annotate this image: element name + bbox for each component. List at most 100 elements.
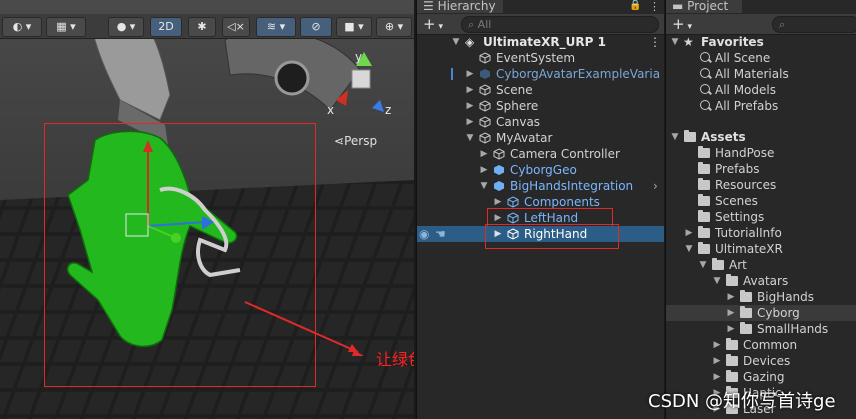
globe-icon: ⊕ ▾ (384, 20, 404, 33)
panel-menu-icon[interactable]: ⋮ (649, 0, 660, 13)
gameobject-cube-icon (493, 148, 505, 160)
collapse-arrow-icon[interactable]: ▼ (670, 34, 680, 50)
lock-icon[interactable]: 🔒 (629, 0, 641, 11)
expand-arrow-icon[interactable]: ▶ (479, 146, 489, 162)
add-object-button[interactable]: + ▾ (423, 15, 443, 33)
expand-arrow-icon[interactable]: ▶ (465, 98, 475, 114)
chevron-down-icon: ▾ (684, 22, 692, 32)
expand-arrow-icon[interactable]: ▶ (712, 353, 722, 369)
folder-item[interactable]: ▶ TutorialInfo (666, 225, 856, 241)
hierarchy-item-righthand[interactable]: ◉ ☚ ▶ RightHand (417, 224, 664, 249)
folder-label: Devices (743, 354, 791, 368)
scene-root-row[interactable]: ▼ ◈ UltimateXR_URP 1 ⋮ (417, 34, 664, 50)
expand-arrow-icon[interactable]: ▶ (712, 369, 722, 385)
folder-item[interactable]: ▶ Devices (666, 353, 856, 369)
expand-arrow-icon[interactable]: ▶ (684, 225, 694, 241)
expand-arrow-icon[interactable]: ▶ (493, 226, 503, 242)
folder-item[interactable]: ▶ Common (666, 337, 856, 353)
hierarchy-item-canvas[interactable]: ▶ Canvas (417, 114, 664, 130)
project-search-input[interactable]: ⌕ (772, 16, 856, 33)
watermark: CSDN @知你写首诗ge (648, 391, 836, 412)
expand-arrow-icon[interactable]: ▶ (465, 114, 475, 130)
gizmo-x-label: x (327, 103, 335, 117)
folder-item[interactable]: Resources (666, 177, 856, 193)
visibility-eye-icon[interactable]: ◉ (419, 226, 429, 242)
chevron-down-icon: ▾ (435, 22, 443, 32)
folder-item[interactable]: ▼ UltimateXR (666, 241, 856, 257)
expand-arrow-icon[interactable]: ▶ (726, 289, 736, 305)
gizmo-z-label: z (385, 103, 392, 117)
folder-item[interactable]: ▶ Gazing (666, 369, 856, 385)
expand-arrow-icon[interactable]: ▼ (451, 34, 461, 50)
scene-view[interactable]: y x z ◐ ▾ ▦ ▾ ● ▾ 2D ✱ ◁× ≋ ▾ ⊘ ■ ▾ ⊕ ▾ … (0, 0, 414, 419)
hierarchy-item-cyborgavatar[interactable]: ▶ CyborgAvatarExampleVaria (417, 66, 664, 82)
favorites-header[interactable]: ▼ ★ Favorites (666, 34, 856, 50)
assets-header[interactable]: ▼ Assets (666, 129, 856, 145)
collapse-arrow-icon[interactable]: ▼ (479, 178, 489, 194)
scene-menu-icon[interactable]: ⋮ (649, 34, 661, 50)
hierarchy-item-eventsystem[interactable]: EventSystem (417, 50, 664, 66)
hierarchy-search-input[interactable]: ⌕ All (461, 16, 659, 33)
hierarchy-item-sphere[interactable]: ▶ Sphere (417, 98, 664, 114)
prefab-cube-icon (494, 165, 504, 175)
collapse-arrow-icon[interactable]: ▼ (465, 130, 475, 146)
annotation-text: 让绿色手部与模型大致重合，另一侧也是 (376, 350, 414, 369)
tab-hierarchy[interactable]: ☰ Hierarchy (417, 0, 503, 13)
camera-dropdown[interactable]: ■ ▾ (336, 17, 372, 37)
expand-arrow-icon[interactable]: ▶ (479, 162, 489, 178)
expand-arrow-icon[interactable]: ▶ (465, 66, 475, 82)
folder-item[interactable]: Settings (666, 209, 856, 225)
folder-item[interactable]: Scenes (666, 193, 856, 209)
hierarchy-item-camera-controller[interactable]: ▶ Camera Controller (417, 146, 664, 162)
folder-item[interactable]: ▼ Avatars (666, 273, 856, 289)
favorite-label: All Models (715, 83, 776, 97)
gameobject-cube-icon (507, 212, 519, 224)
search-placeholder: All (477, 18, 492, 31)
lighting-toggle-button[interactable]: ✱ (188, 17, 216, 37)
expand-arrow-icon[interactable]: ▶ (465, 82, 475, 98)
open-prefab-chevron-icon[interactable]: › (653, 178, 658, 194)
folder-icon (740, 306, 752, 318)
hierarchy-item-scene[interactable]: ▶ Scene (417, 82, 664, 98)
collapse-arrow-icon[interactable]: ▼ (712, 273, 722, 289)
draw-mode-dropdown[interactable]: ◐ ▾ (2, 17, 42, 37)
tab-project[interactable]: ▬ Project (666, 0, 742, 13)
collapse-arrow-icon[interactable]: ▼ (670, 129, 680, 145)
effects-dropdown[interactable]: ≋ ▾ (256, 17, 296, 37)
folder-icon (698, 178, 710, 190)
folder-item[interactable]: HandPose (666, 145, 856, 161)
folder-item[interactable]: ▼ Art (666, 257, 856, 273)
favorite-item[interactable]: All Models (666, 82, 856, 98)
scene-visibility-button[interactable]: ⊘ (300, 17, 332, 37)
expand-arrow-icon[interactable]: ▶ (726, 305, 736, 321)
folder-item-selected[interactable]: ▶ Cyborg (666, 305, 856, 321)
favorite-item[interactable]: All Materials (666, 66, 856, 82)
gameobject-cube-icon (479, 132, 491, 144)
gizmos-dropdown[interactable]: ⊕ ▾ (376, 17, 412, 37)
hierarchy-item-cyborggeo[interactable]: ▶ CyborgGeo (417, 162, 664, 178)
camera-projection-label[interactable]: ⋖Persp (334, 134, 377, 148)
folder-icon (698, 162, 710, 174)
folder-item[interactable]: ▶ SmallHands (666, 321, 856, 337)
hierarchy-item-bighandsintegration[interactable]: ▼ BigHandsIntegration › (417, 178, 664, 194)
collapse-arrow-icon[interactable]: ▼ (684, 241, 694, 257)
folder-item[interactable]: ▶ BigHands (666, 289, 856, 305)
grid-toggle-button[interactable]: ▦ ▾ (46, 17, 86, 37)
pickable-hand-icon[interactable]: ☚ (435, 226, 446, 242)
lighting-icon: ✱ (197, 20, 207, 33)
favorite-item[interactable]: All Prefabs (666, 98, 856, 114)
folder-label: SmallHands (757, 322, 829, 336)
expand-arrow-icon[interactable]: ▶ (712, 337, 722, 353)
create-asset-button[interactable]: + ▾ (672, 15, 692, 33)
render-mode-dropdown[interactable]: ● ▾ (108, 17, 144, 37)
folder-item[interactable]: Prefabs (666, 161, 856, 177)
gameobject-cube-icon (507, 196, 519, 208)
mute-icon: ◁× (227, 20, 245, 33)
collapse-arrow-icon[interactable]: ▼ (698, 257, 708, 273)
favorite-item[interactable]: All Scene (666, 50, 856, 66)
scene-toolbar: ◐ ▾ ▦ ▾ ● ▾ 2D ✱ ◁× ≋ ▾ ⊘ ■ ▾ ⊕ ▾ (0, 14, 414, 39)
2d-toggle-button[interactable]: 2D (150, 17, 182, 37)
audio-toggle-button[interactable]: ◁× (222, 17, 250, 37)
hierarchy-item-myavatar[interactable]: ▼ MyAvatar (417, 130, 664, 146)
expand-arrow-icon[interactable]: ▶ (726, 321, 736, 337)
